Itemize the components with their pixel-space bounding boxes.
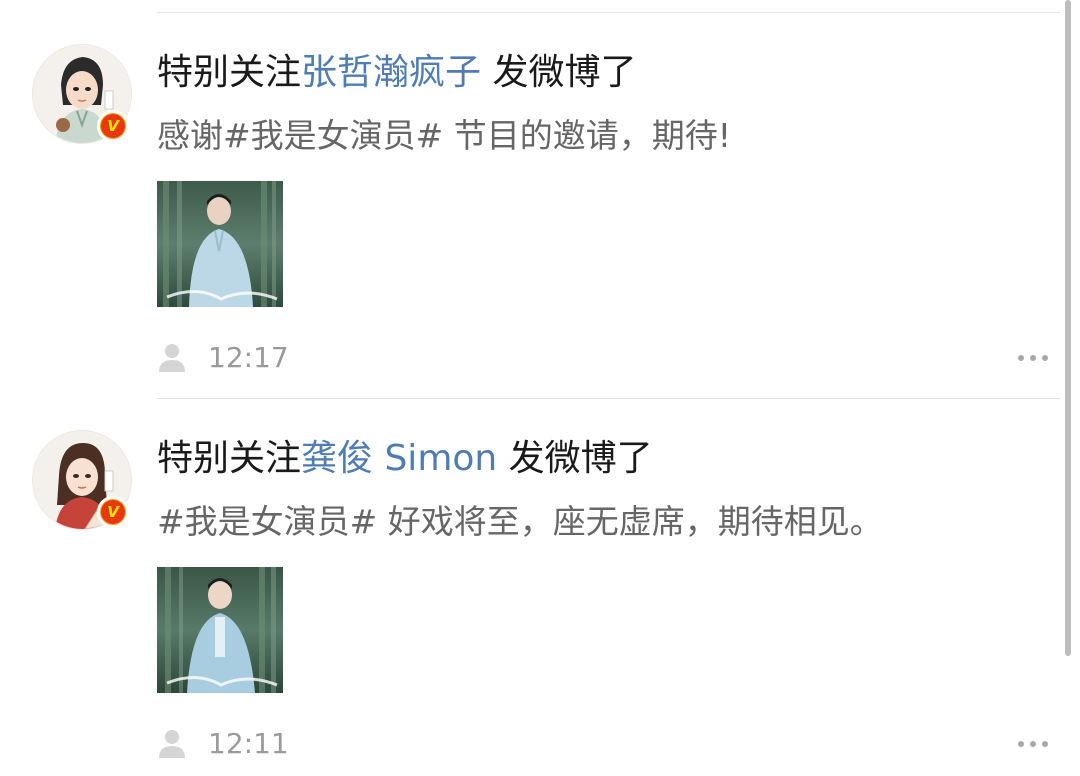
headline-suffix: 发微博了 <box>497 438 653 479</box>
post-headline: 特别关注张哲瀚疯子 发微博了 <box>157 48 636 98</box>
post-meta: 12:11 <box>157 724 1057 764</box>
person-icon <box>159 730 185 758</box>
post-headline: 特别关注龚俊 Simon 发微博了 <box>157 434 653 484</box>
headline-suffix: 发微博了 <box>481 52 637 93</box>
post-meta: 12:17 <box>157 338 1057 378</box>
verified-badge: V <box>97 496 129 528</box>
top-divider <box>157 12 1060 13</box>
more-options-icon[interactable] <box>1017 350 1049 366</box>
post-time: 12:17 <box>208 341 289 374</box>
verified-v-icon: V <box>101 114 125 138</box>
more-options-icon[interactable] <box>1017 736 1049 752</box>
post-image-thumbnail[interactable] <box>157 181 283 307</box>
post-time: 12:11 <box>208 727 289 760</box>
vertical-scrollbar[interactable] <box>1065 0 1071 656</box>
username-link[interactable]: 张哲瀚疯子 <box>301 52 481 93</box>
headline-prefix: 特别关注 <box>157 52 302 93</box>
verified-badge: V <box>97 110 129 142</box>
post-image-thumbnail[interactable] <box>157 567 283 693</box>
person-icon <box>159 344 185 372</box>
headline-prefix: 特别关注 <box>157 438 302 479</box>
username-link[interactable]: 龚俊 Simon <box>301 438 497 479</box>
notification-feed: V 特别关注张哲瀚疯子 发微博了 感谢#我是女演员# 节目的邀请，期待! 12:… <box>0 0 1080 776</box>
verified-v-icon: V <box>101 500 125 524</box>
item-divider <box>157 398 1060 399</box>
post-text[interactable]: #我是女演员# 好戏将至，座无虚席，期待相见。 <box>157 498 883 546</box>
post-text[interactable]: 感谢#我是女演员# 节目的邀请，期待! <box>157 112 731 160</box>
